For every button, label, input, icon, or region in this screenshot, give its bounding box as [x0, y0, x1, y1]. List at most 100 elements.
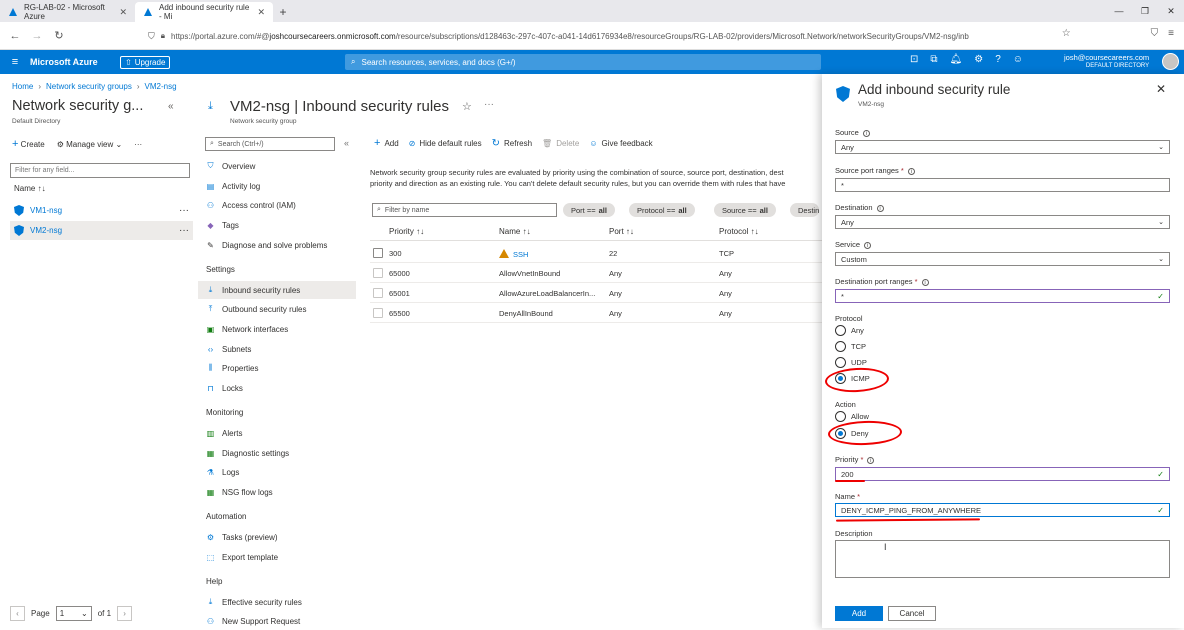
column-header-name[interactable]: Name ↑↓: [14, 184, 46, 193]
refresh-button[interactable]: ↻ Refresh: [492, 138, 532, 149]
column-header-protocol[interactable]: Protocol ↑↓: [719, 227, 759, 236]
protocol-radio-udp[interactable]: UDP: [835, 357, 867, 368]
prev-page-button[interactable]: ‹: [10, 606, 25, 621]
forward-icon[interactable]: →: [26, 30, 48, 42]
destination-port-ranges-input[interactable]: * ✓: [835, 289, 1170, 303]
filter-pill-source[interactable]: Source == all: [714, 203, 776, 217]
row-checkbox[interactable]: [373, 288, 383, 298]
delete-button[interactable]: 🗑︎ Delete: [542, 139, 579, 148]
azure-brand[interactable]: Microsoft Azure: [30, 57, 120, 67]
next-page-button[interactable]: ›: [117, 606, 133, 621]
info-icon[interactable]: i: [907, 168, 915, 175]
menu-item-outbound-rules[interactable]: ⤒ Outbound security rules: [198, 300, 356, 318]
cloud-shell-icon[interactable]: ⊡: [910, 54, 918, 65]
page-select[interactable]: 1 ⌄: [55, 606, 92, 621]
new-tab-button[interactable]: +: [273, 2, 293, 22]
menu-item-new-support-request[interactable]: ⚇ New Support Request: [198, 612, 356, 630]
priority-input[interactable]: 200 ✓: [835, 467, 1170, 481]
menu-item-subnets[interactable]: ‹› Subnets: [198, 340, 356, 358]
filter-pill-port[interactable]: Port == all: [563, 203, 615, 217]
give-feedback-button[interactable]: ☺ Give feedback: [589, 139, 652, 148]
directory-filter-icon[interactable]: ⧉: [930, 54, 937, 65]
menu-item-diagnostic-settings[interactable]: ▦ Diagnostic settings: [198, 444, 356, 462]
help-icon[interactable]: ?: [995, 54, 1001, 65]
column-header-name[interactable]: Name ↑↓: [499, 227, 531, 236]
browser-tab-add-rule[interactable]: Add inbound security rule - Mi ✕: [135, 2, 273, 22]
avatar[interactable]: [1162, 53, 1179, 70]
table-row[interactable]: 65001 AllowAzureLoadBalancerIn... Any An…: [370, 284, 822, 303]
radio-button[interactable]: [835, 341, 846, 352]
table-row[interactable]: 65000 AllowVnetInBound Any Any: [370, 264, 822, 283]
filter-pill-protocol[interactable]: Protocol == all: [629, 203, 695, 217]
list-item-label[interactable]: VM1-nsg: [30, 206, 62, 215]
menu-item-properties[interactable]: ⫼ Properties: [198, 359, 356, 377]
info-icon[interactable]: i: [864, 242, 872, 249]
source-port-ranges-input[interactable]: *: [835, 178, 1170, 192]
pocket-icon[interactable]: ⛉: [1151, 28, 1159, 39]
breadcrumb-nsgs[interactable]: Network security groups: [46, 82, 132, 91]
notifications-icon[interactable]: 🔔︎: [950, 54, 963, 65]
minimize-icon[interactable]: —: [1106, 0, 1132, 22]
close-tab-icon[interactable]: ✕: [257, 7, 265, 18]
row-checkbox[interactable]: [373, 248, 383, 258]
column-header-priority[interactable]: Priority ↑↓: [389, 227, 424, 236]
info-icon[interactable]: i: [862, 130, 870, 137]
more-icon[interactable]: ···: [134, 140, 142, 149]
menu-item-effective-rules[interactable]: ⤓ Effective security rules: [198, 593, 356, 611]
radio-button[interactable]: [835, 357, 846, 368]
filter-pill-destination[interactable]: Destin: [790, 203, 820, 217]
breadcrumb-home[interactable]: Home: [12, 82, 33, 91]
collapse-menu-icon[interactable]: «: [344, 138, 349, 148]
feedback-icon[interactable]: ☺: [1013, 54, 1023, 65]
menu-item-tasks[interactable]: ⚙ Tasks (preview): [198, 528, 356, 546]
manage-view-button[interactable]: ⚙ Manage view ⌄: [57, 140, 122, 149]
menu-item-logs[interactable]: ⚗ Logs: [198, 463, 356, 481]
info-icon[interactable]: i: [867, 457, 875, 464]
add-button[interactable]: Add: [835, 606, 883, 621]
list-item-label[interactable]: VM2-nsg: [30, 226, 62, 235]
row-checkbox[interactable]: [373, 268, 383, 278]
bookmark-star-icon[interactable]: ☆: [1062, 28, 1071, 39]
add-rule-button[interactable]: + Add: [374, 137, 399, 149]
close-icon[interactable]: ✕: [1156, 82, 1166, 96]
menu-item-alerts[interactable]: ▥ Alerts: [198, 424, 356, 442]
destination-select[interactable]: Any ⌄: [835, 215, 1170, 229]
radio-button[interactable]: [835, 411, 846, 422]
breadcrumb-vm2-nsg[interactable]: VM2-nsg: [145, 82, 177, 91]
create-button[interactable]: + Create: [12, 138, 45, 150]
menu-item-network-interfaces[interactable]: ▣ Network interfaces: [198, 320, 356, 338]
info-icon[interactable]: i: [921, 279, 929, 286]
menu-item-tags[interactable]: ◆ Tags: [198, 216, 356, 234]
table-row[interactable]: 65500 DenyAllInBound Any Any: [370, 304, 822, 323]
menu-item-nsg-flow-logs[interactable]: ▦ NSG flow logs: [198, 483, 356, 501]
menu-item-locks[interactable]: ⊓ Locks: [198, 379, 356, 397]
protocol-radio-any[interactable]: Any: [835, 325, 864, 336]
address-bar[interactable]: ⛉ 🔒︎ https://portal.azure.com/#@joshcour…: [148, 28, 1058, 44]
menu-item-activity-log[interactable]: ▤ Activity log: [198, 177, 356, 195]
back-icon[interactable]: ←: [4, 30, 26, 42]
protocol-radio-tcp[interactable]: TCP: [835, 341, 866, 352]
menu-icon[interactable]: ≡: [1168, 28, 1174, 39]
collapse-pane-icon[interactable]: «: [168, 101, 174, 112]
close-window-icon[interactable]: ✕: [1158, 0, 1184, 22]
cancel-button[interactable]: Cancel: [888, 606, 936, 621]
reload-icon[interactable]: ↻: [48, 29, 70, 42]
hamburger-menu-icon[interactable]: ≡: [0, 56, 30, 68]
restore-icon[interactable]: ❐: [1132, 0, 1158, 22]
menu-item-diagnose[interactable]: ✎ Diagnose and solve problems: [198, 236, 356, 254]
account-info[interactable]: josh@coursecareers.com DEFAULT DIRECTORY: [1064, 53, 1149, 71]
filter-by-name-input[interactable]: ⌕ Filter by name: [372, 203, 557, 217]
global-search-input[interactable]: ⌕ Search resources, services, and docs (…: [345, 54, 821, 70]
menu-search-input[interactable]: ⌕ Search (Ctrl+/): [205, 137, 335, 151]
cell-name[interactable]: AllowVnetInBound: [499, 269, 560, 278]
service-select[interactable]: Custom ⌄: [835, 252, 1170, 266]
source-select[interactable]: Any ⌄: [835, 140, 1170, 154]
hide-default-rules-button[interactable]: ⊘ Hide default rules: [409, 139, 482, 148]
radio-button[interactable]: [835, 325, 846, 336]
info-icon[interactable]: i: [876, 205, 884, 212]
list-item[interactable]: VM2-nsg ···: [10, 221, 193, 240]
filter-input[interactable]: Filter for any field...: [10, 163, 190, 178]
column-header-port[interactable]: Port ↑↓: [609, 227, 634, 236]
more-icon[interactable]: ···: [179, 205, 189, 216]
cell-name[interactable]: AllowAzureLoadBalancerIn...: [499, 289, 607, 298]
